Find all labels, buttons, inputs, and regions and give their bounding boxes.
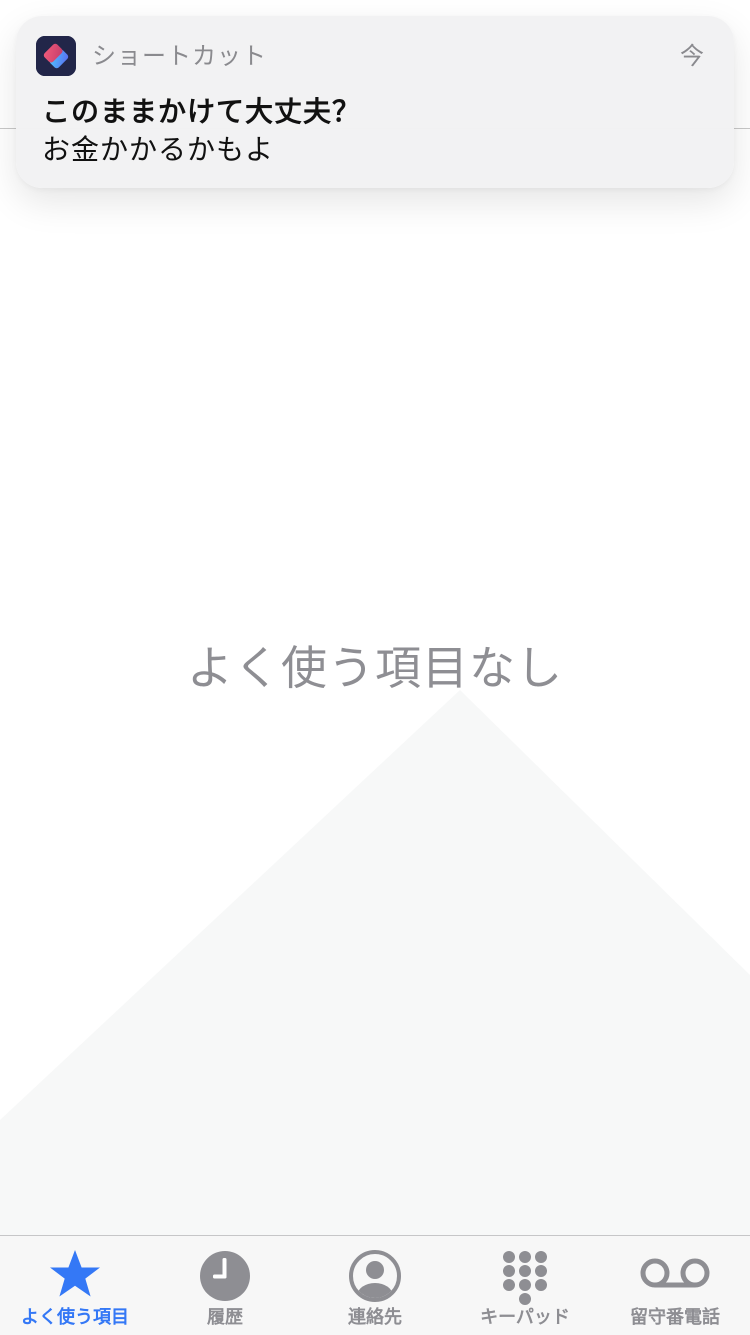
star-icon — [45, 1246, 105, 1306]
notification-title: このままかけて大丈夫？ — [42, 95, 362, 128]
keypad-icon — [495, 1246, 555, 1306]
notification-banner[interactable]: ショートカット 今 このままかけて大丈夫？ お金かかるかもよ — [16, 16, 734, 188]
notification-timestamp: 今 — [680, 42, 704, 70]
notification-body: お金かかるかもよ — [42, 133, 275, 166]
notification-app-name: ショートカット — [92, 42, 267, 70]
tab-label: キーパッド — [480, 1307, 570, 1328]
tab-favorites[interactable]: よく使う項目 — [0, 1236, 150, 1335]
person-circle-icon — [345, 1246, 405, 1306]
shortcuts-icon — [36, 36, 76, 76]
empty-favorites-message: よく使う項目なし — [187, 641, 563, 695]
favorites-screen: よく使う項目なし — [0, 0, 750, 1334]
tab-label: 留守番電話 — [630, 1307, 720, 1328]
tab-label: 連絡先 — [348, 1307, 402, 1328]
tab-label: よく使う項目 — [21, 1307, 129, 1328]
clock-icon — [195, 1246, 255, 1306]
voicemail-icon — [635, 1246, 715, 1306]
tab-keypad[interactable]: キーパッド — [450, 1236, 600, 1335]
tab-bar: よく使う項目 履歴 連絡先 キーパッド 留守番電話 — [0, 1235, 750, 1335]
background-watermark — [0, 690, 750, 1236]
tab-voicemail[interactable]: 留守番電話 — [600, 1236, 750, 1335]
tab-recents[interactable]: 履歴 — [150, 1236, 300, 1335]
tab-contacts[interactable]: 連絡先 — [300, 1236, 450, 1335]
tab-label: 履歴 — [207, 1307, 243, 1328]
